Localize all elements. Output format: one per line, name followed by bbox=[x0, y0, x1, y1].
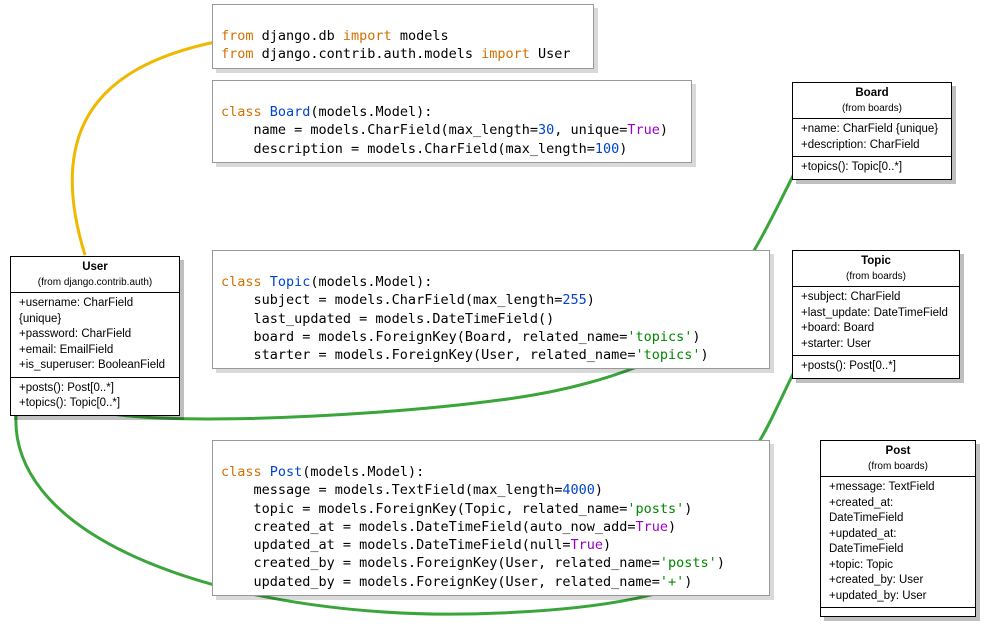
uml-op: +posts(): Post[0..*] bbox=[801, 359, 951, 375]
uml-attr: +board: Board bbox=[801, 321, 951, 337]
uml-title: Topic bbox=[801, 254, 951, 270]
code-line: subject = models.CharField(max_length=25… bbox=[221, 292, 595, 308]
uml-attr: +last_update: DateTimeField bbox=[801, 306, 951, 322]
code-line: topic = models.ForeignKey(Topic, related… bbox=[221, 501, 692, 517]
uml-user: User (from django.contrib.auth) +usernam… bbox=[10, 256, 180, 416]
uml-topic: Topic (from boards) +subject: CharField … bbox=[792, 250, 960, 379]
uml-attr: +name: CharField {unique} bbox=[801, 122, 943, 138]
code-line: board = models.ForeignKey(Board, related… bbox=[221, 329, 701, 345]
uml-attr: +username: CharField {unique} bbox=[19, 296, 171, 327]
code-line: last_updated = models.DateTimeField() bbox=[221, 311, 554, 327]
uml-from: (from boards) bbox=[829, 460, 967, 474]
code-line: description = models.CharField(max_lengt… bbox=[221, 141, 627, 157]
uml-title: Post bbox=[829, 444, 967, 460]
uml-from: (from boards) bbox=[801, 270, 951, 284]
uml-attr: +subject: CharField bbox=[801, 290, 951, 306]
uml-attr: +created_at: DateTimeField bbox=[829, 496, 967, 527]
uml-from: (from boards) bbox=[801, 102, 943, 116]
code-line: class Post(models.Model): bbox=[221, 464, 424, 480]
uml-attr: +updated_at: DateTimeField bbox=[829, 527, 967, 558]
uml-op: +topics(): Topic[0..*] bbox=[801, 160, 943, 176]
code-line: created_by = models.ForeignKey(User, rel… bbox=[221, 555, 725, 571]
code-line: updated_at = models.DateTimeField(null=T… bbox=[221, 537, 611, 553]
uml-attr: +starter: User bbox=[801, 337, 951, 353]
uml-attr: +email: EmailField bbox=[19, 343, 171, 359]
uml-attr: +is_superuser: BooleanField bbox=[19, 358, 171, 374]
uml-title: User bbox=[19, 260, 171, 276]
uml-attr: +description: CharField bbox=[801, 138, 943, 154]
code-line: class Topic(models.Model): bbox=[221, 274, 432, 290]
uml-board: Board (from boards) +name: CharField {un… bbox=[792, 82, 952, 180]
code-line: starter = models.ForeignKey(User, relate… bbox=[221, 347, 709, 363]
code-line: from django.contrib.auth.models import U… bbox=[221, 46, 571, 62]
uml-attr: +password: CharField bbox=[19, 327, 171, 343]
code-board: class Board(models.Model): name = models… bbox=[212, 80, 692, 163]
code-line: message = models.TextField(max_length=40… bbox=[221, 482, 603, 498]
code-imports: from django.db import models from django… bbox=[212, 4, 594, 69]
uml-attr: +created_by: User bbox=[829, 573, 967, 589]
uml-attr: +updated_by: User bbox=[829, 589, 967, 605]
uml-attr: +topic: Topic bbox=[829, 558, 967, 574]
code-line: from django.db import models bbox=[221, 28, 449, 44]
code-line: created_at = models.DateTimeField(auto_n… bbox=[221, 519, 676, 535]
uml-attr: +message: TextField bbox=[829, 480, 967, 496]
code-line: updated_by = models.ForeignKey(User, rel… bbox=[221, 574, 692, 590]
uml-op: +posts(): Post[0..*] bbox=[19, 381, 171, 397]
code-topic: class Topic(models.Model): subject = mod… bbox=[212, 250, 770, 369]
code-post: class Post(models.Model): message = mode… bbox=[212, 440, 770, 596]
uml-op: +topics(): Topic[0..*] bbox=[19, 396, 171, 412]
uml-title: Board bbox=[801, 86, 943, 102]
uml-from: (from django.contrib.auth) bbox=[19, 276, 171, 290]
code-line: class Board(models.Model): bbox=[221, 104, 432, 120]
code-line: name = models.CharField(max_length=30, u… bbox=[221, 122, 668, 138]
uml-post: Post (from boards) +message: TextField +… bbox=[820, 440, 976, 617]
